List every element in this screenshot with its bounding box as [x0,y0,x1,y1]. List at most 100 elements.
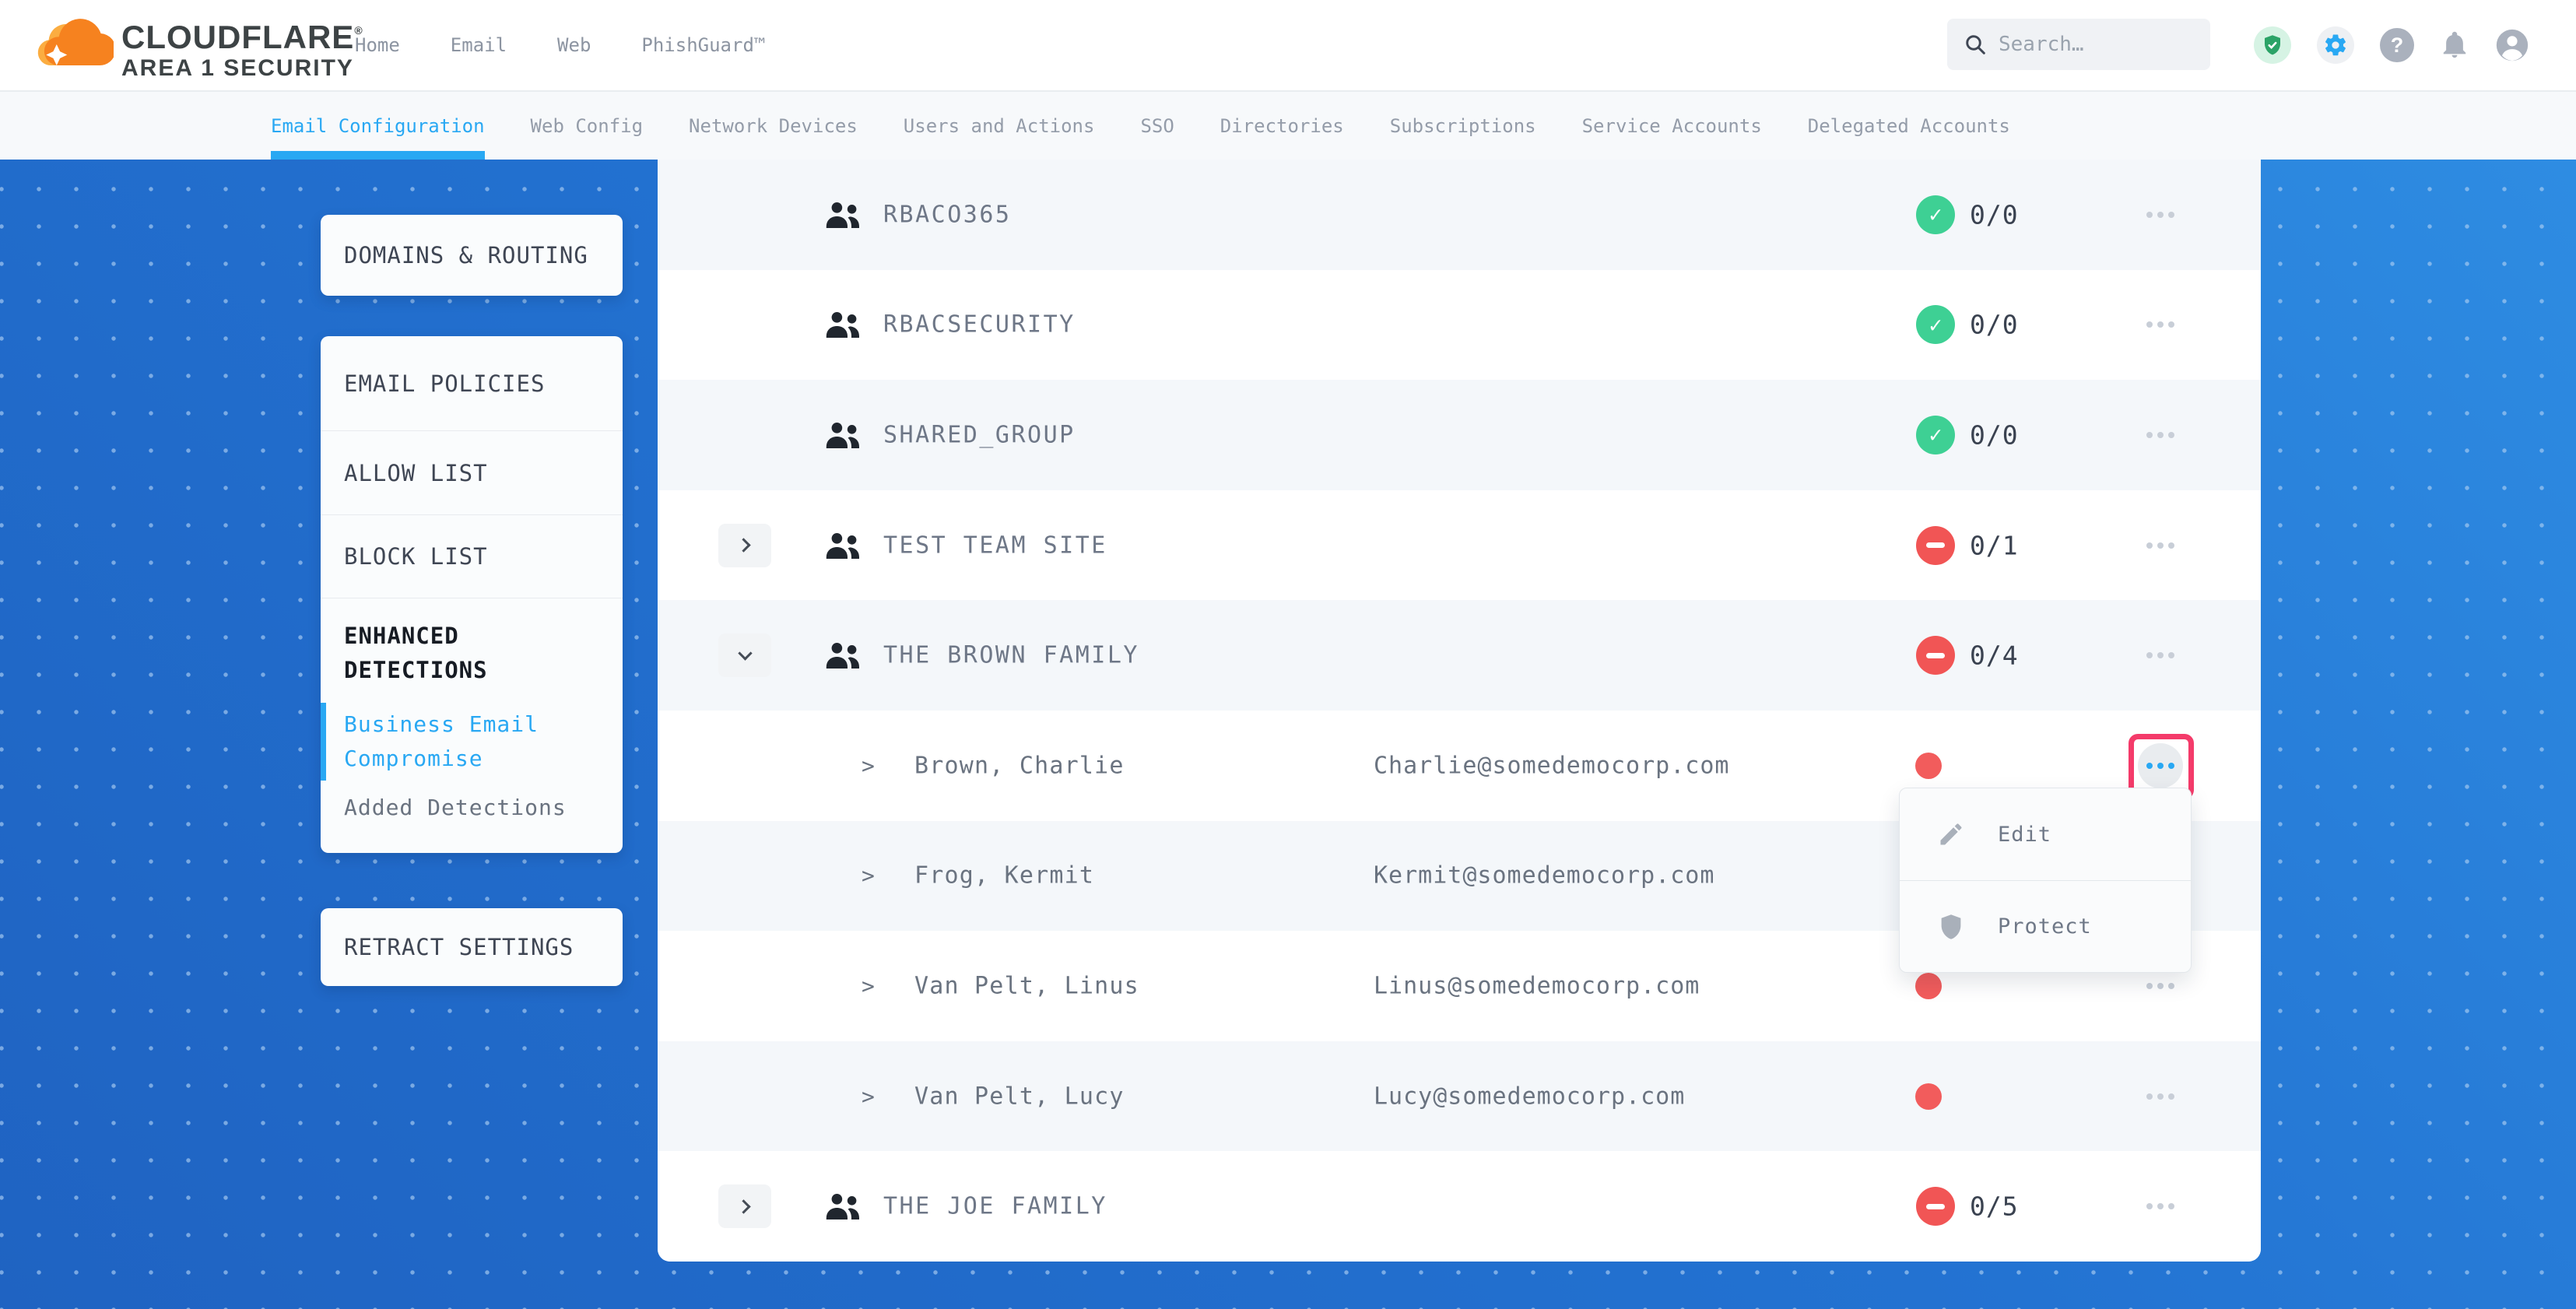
status-alert-dot [1915,753,1942,779]
sidebar-item-business-email-compromise[interactable]: Business Email Compromise [344,707,577,776]
nav-item-email[interactable]: Email [451,34,507,56]
protected-count: 0/5 [1970,1191,2019,1222]
context-menu-item-edit[interactable]: Edit [1900,788,2191,880]
gear-icon[interactable] [2317,26,2354,64]
sidebar-label-active: Business Email Compromise [344,707,577,776]
tab-sso[interactable]: SSO [1140,92,1174,160]
status-ok-badge [1916,195,1955,234]
row-menu-button[interactable] [2143,1188,2178,1224]
group-name: SHARED_GROUP [883,421,1076,448]
member-chevron[interactable]: > [862,863,875,889]
protected-count: 0/1 [1970,530,2019,560]
search-box[interactable] [1947,19,2210,70]
sidebar-label: RETRACT SETTINGS [344,934,574,960]
config-tab-bar: Email Configuration Web Config Network D… [0,92,2576,160]
tab-service-accounts[interactable]: Service Accounts [1582,92,1762,160]
context-menu-item-protect[interactable]: Protect [1900,880,2191,972]
status-alert-dot [1915,973,1942,999]
tab-network-devices[interactable]: Network Devices [689,92,858,160]
status-alert-badge [1916,636,1955,675]
protected-count: 0/4 [1970,640,2019,671]
sidebar-item-added-detections[interactable]: Added Detections [344,795,623,820]
member-chevron[interactable]: > [862,1083,875,1109]
group-icon [823,419,863,451]
row-menu-button[interactable] [2143,1079,2178,1114]
sidebar-item-email-policies[interactable]: EMAIL POLICIES [321,336,623,430]
tab-directories[interactable]: Directories [1220,92,1344,160]
chevron-right-icon [736,1199,750,1213]
row-menu-button[interactable] [2143,417,2178,453]
groups-table: RBACO365 0/0 RBACSECURITY 0/0 SHARED_GRO… [658,160,2261,1262]
member-name: Frog, Kermit [914,862,1094,890]
cloudflare-cloud-icon [31,12,114,76]
member-chevron[interactable]: > [862,753,875,778]
bell-icon[interactable] [2440,30,2469,60]
member-chevron[interactable]: > [862,973,875,998]
sidebar-item-retract-settings[interactable]: RETRACT SETTINGS [321,908,623,986]
protected-count: 0/0 [1970,419,2019,450]
expand-button[interactable] [718,1184,771,1228]
group-name: RBACO365 [883,201,1012,228]
table-row-member: > Van Pelt, Lucy Lucy@somedemocorp.com [658,1041,2261,1152]
member-name: Van Pelt, Lucy [914,1083,1125,1110]
sidebar-item-allow-list[interactable]: ALLOW LIST [321,430,623,514]
table-row-group: RBACSECURITY 0/0 [658,270,2261,381]
group-icon [823,640,863,671]
sidebar-card-email-policies: EMAIL POLICIES ALLOW LIST BLOCK LIST ENH… [321,336,623,853]
protected-count: 0/0 [1970,199,2019,230]
header-icon-group [2254,0,2529,90]
member-email: Charlie@somedemocorp.com [1374,752,1729,779]
search-icon [1963,32,1988,57]
main-content: DOMAINS & ROUTING EMAIL POLICIES ALLOW L… [0,160,2576,1309]
context-menu-label: Protect [1998,914,2092,939]
chevron-right-icon [736,538,750,552]
group-icon [823,309,863,340]
shield-icon [1937,913,1965,941]
group-name: THE BROWN FAMILY [883,642,1139,669]
expand-button[interactable] [718,524,771,567]
table-row-group: RBACO365 0/0 [658,160,2261,270]
sidebar-label: EMAIL POLICIES [344,370,545,397]
sidebar-label: BLOCK LIST [344,543,488,570]
tab-email-configuration[interactable]: Email Configuration [271,92,485,160]
status-ok-badge [1916,416,1955,454]
row-menu-button[interactable] [2143,307,2178,342]
sidebar-heading-enhanced-detections[interactable]: ENHANCED DETECTIONS [344,619,593,687]
context-menu-label: Edit [1998,823,2051,847]
sidebar-item-domains-routing[interactable]: DOMAINS & ROUTING [321,215,623,296]
member-name: Brown, Charlie [914,752,1125,779]
row-menu-button[interactable] [2143,637,2178,673]
shield-check-icon[interactable] [2254,26,2291,64]
tab-web-config[interactable]: Web Config [531,92,644,160]
row-menu-button[interactable] [2143,968,2178,1004]
search-input[interactable] [1999,33,2178,56]
collapse-button[interactable] [718,633,771,677]
status-ok-badge [1916,305,1955,344]
row-context-menu: Edit Protect [1899,788,2192,973]
sidebar-item-block-list[interactable]: BLOCK LIST [321,514,623,598]
help-icon[interactable] [2380,28,2414,62]
row-menu-button[interactable] [2143,197,2178,233]
member-name: Van Pelt, Linus [914,972,1139,999]
status-alert-badge [1916,1187,1955,1226]
tab-subscriptions[interactable]: Subscriptions [1390,92,1536,160]
row-menu-button-active[interactable] [2138,743,2183,788]
tab-delegated-accounts[interactable]: Delegated Accounts [1808,92,2010,160]
group-name: THE JOE FAMILY [883,1193,1107,1220]
status-alert-badge [1916,526,1955,565]
tab-users-and-actions[interactable]: Users and Actions [904,92,1095,160]
nav-item-web[interactable]: Web [557,34,591,56]
group-name: RBACSECURITY [883,311,1076,339]
cloudflare-logo[interactable]: CLOUDFLARE® AREA 1 SECURITY [31,12,363,82]
table-row-group: SHARED_GROUP 0/0 [658,380,2261,490]
group-name: TEST TEAM SITE [883,532,1107,559]
table-row-group: THE BROWN FAMILY 0/4 [658,600,2261,711]
row-menu-button[interactable] [2143,528,2178,563]
nav-item-home[interactable]: Home [355,34,400,56]
sidebar-section-enhanced-detections: ENHANCED DETECTIONS Business Email Compr… [321,598,623,853]
protected-count: 0/0 [1970,310,2019,340]
nav-item-phishguard[interactable]: PhishGuard™ [641,34,765,56]
brand-subtitle: AREA 1 SECURITY [121,55,363,82]
member-email: Lucy@somedemocorp.com [1374,1083,1685,1110]
avatar-icon[interactable] [2495,28,2529,62]
